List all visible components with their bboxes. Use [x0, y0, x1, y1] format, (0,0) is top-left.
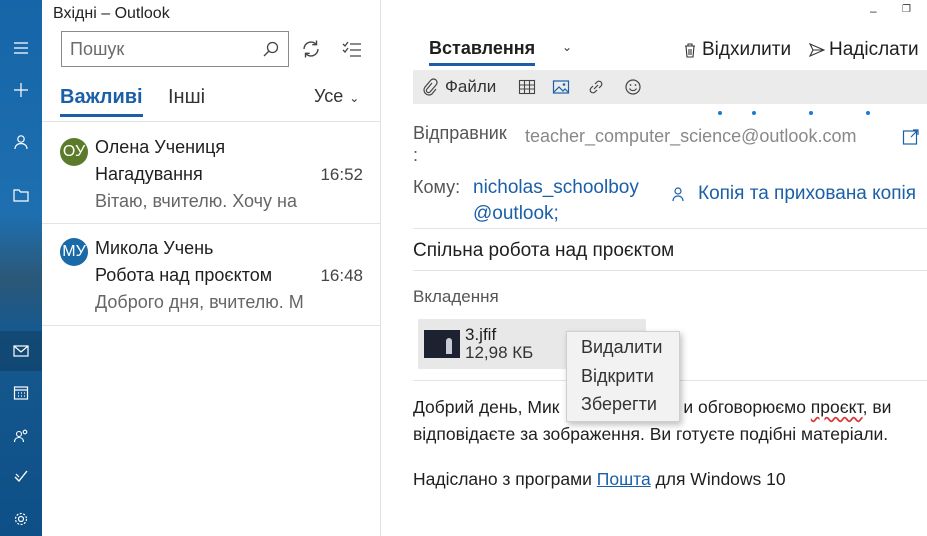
avatar: ОУ [60, 138, 88, 166]
insert-toolbar: Файли [413, 70, 927, 104]
maximize-button[interactable]: ❐ [902, 4, 911, 15]
field-divider [413, 228, 927, 229]
settings-gear-icon[interactable] [0, 499, 42, 536]
body-text-segment: , ви [862, 397, 892, 417]
todo-check-icon[interactable] [0, 456, 42, 496]
search-box[interactable] [61, 31, 289, 67]
signature-text: Надіслано з програми [413, 469, 597, 489]
message-preview: Вітаю, вчителю. Хочу на [95, 191, 297, 211]
tab-other[interactable]: Інші [168, 86, 205, 109]
message-preview: Доброго дня, вчителю. М [95, 292, 304, 312]
picture-icon [552, 80, 570, 94]
to-recipient[interactable]: nicholas_schoolboy @outlook; [473, 175, 663, 227]
menu-item-open[interactable]: Відкрити [581, 366, 654, 387]
body-text-segment: Добрий день, Мик [413, 397, 560, 417]
mail-app-link[interactable]: Пошта [597, 469, 651, 489]
message-subject: Нагадування [95, 164, 203, 184]
insert-table-button[interactable] [518, 78, 536, 96]
loading-dot [752, 111, 756, 115]
filter-label: Усе [314, 86, 344, 106]
emoji-icon [625, 79, 641, 95]
menu-item-save[interactable]: Зберегти [581, 394, 657, 415]
outlook-window: Вхідні – Outlook Важливі Інші Усе ⌄ ОУ Ол… [0, 0, 927, 536]
mail-icon[interactable] [0, 331, 42, 371]
window-title: Вхідні – Outlook [53, 5, 170, 22]
files-label: Файли [445, 77, 497, 96]
search-input[interactable] [70, 32, 260, 66]
loading-dot [718, 111, 722, 115]
from-value[interactable]: teacher_computer_science@outlook.com [525, 126, 856, 147]
chevron-down-icon: ⌄ [349, 91, 360, 105]
insert-emoji-button[interactable] [624, 78, 642, 96]
tab-focused[interactable]: Важливі [60, 86, 143, 117]
attachment-thumbnail [424, 330, 460, 358]
discard-button[interactable]: Відхилити [682, 39, 791, 61]
loading-dot [809, 111, 813, 115]
folder-icon[interactable] [0, 175, 42, 215]
to-label: Кому: [413, 177, 461, 197]
hamburger-menu-icon[interactable] [0, 28, 42, 68]
selection-mode-icon[interactable] [341, 38, 363, 60]
message-list-pane: Вхідні – Outlook Важливі Інші Усе ⌄ ОУ Ол… [42, 0, 381, 536]
misspelled-word[interactable]: проєкт [811, 397, 863, 417]
cc-bcc-label: Копія та прихована копія [698, 183, 917, 204]
tab-insert[interactable]: Вставлення [429, 38, 536, 66]
attachment-size: 12,98 КБ [465, 343, 534, 362]
compose-pane: – ❐ Вставлення ⌄ Відхилити Надіслати Фай… [382, 0, 927, 536]
paperclip-icon [423, 78, 438, 96]
signature-text: для Windows 10 [650, 469, 786, 489]
from-label: Відправник : [413, 123, 507, 165]
sync-icon[interactable] [300, 38, 322, 60]
message-subject: Робота над проєктом [95, 265, 273, 285]
message-item[interactable]: ОУ Олена Учениця Нагадування 16:52 Вітаю… [42, 122, 381, 224]
table-icon [518, 79, 536, 95]
message-time: 16:48 [320, 266, 363, 285]
signature: Надіслано з програми Пошта для Windows 1… [413, 469, 786, 490]
body-text-segment: відповідаєте за зображення. Ви готуєте п… [413, 424, 889, 444]
avatar: МУ [60, 238, 88, 266]
attachment-context-menu: Видалити Відкрити Зберегти [566, 331, 680, 422]
loading-dot [866, 111, 870, 115]
attach-files-button[interactable]: Файли [421, 77, 497, 96]
chevron-down-icon[interactable]: ⌄ [562, 40, 572, 54]
cc-bcc-button[interactable]: Копія та прихована копія [670, 183, 916, 205]
menu-item-delete[interactable]: Видалити [581, 337, 662, 358]
popout-icon[interactable] [902, 128, 920, 146]
message-time: 16:52 [320, 165, 363, 184]
new-mail-plus-icon[interactable] [0, 70, 42, 110]
person-icon [672, 187, 684, 202]
message-divider [42, 325, 381, 326]
attachments-label: Вкладення [413, 287, 499, 306]
message-item[interactable]: МУ Микола Учень Робота над проєктом 16:4… [42, 224, 381, 326]
people-icon[interactable] [0, 416, 42, 456]
message-sender: Олена Учениця [95, 137, 226, 157]
nav-rail [0, 0, 42, 536]
body-text-segment: и обговорюємо [683, 397, 811, 417]
discard-label: Відхилити [702, 39, 792, 60]
field-divider [413, 270, 927, 271]
send-icon [809, 42, 825, 58]
subject-field[interactable]: Спільна робота над проєктом [413, 240, 674, 262]
calendar-icon[interactable] [0, 373, 42, 413]
minimize-button[interactable]: – [870, 4, 877, 18]
link-icon [589, 80, 603, 94]
attachment-name: 3.jfif [465, 325, 497, 344]
insert-link-button[interactable] [587, 78, 605, 96]
filter-dropdown[interactable]: Усе ⌄ [314, 86, 359, 107]
send-label: Надіслати [829, 39, 919, 60]
search-icon[interactable] [262, 40, 280, 58]
insert-picture-button[interactable] [552, 78, 570, 96]
send-button[interactable]: Надіслати [809, 39, 919, 61]
account-person-icon[interactable] [0, 122, 42, 162]
message-sender: Микола Учень [95, 238, 214, 258]
trash-icon [685, 43, 695, 58]
